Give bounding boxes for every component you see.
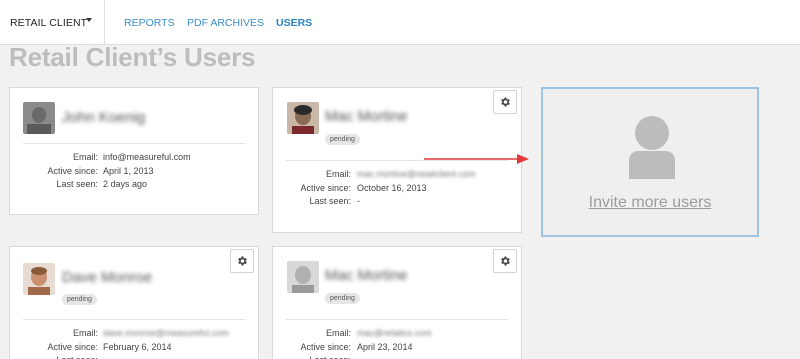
settings-button[interactable]: [493, 249, 517, 273]
user-name: Mac Mortine: [325, 267, 408, 284]
invite-link[interactable]: Invite more users: [543, 194, 757, 212]
active-since-label: Active since:: [300, 342, 351, 352]
active-since-value: October 16, 2013: [357, 183, 427, 193]
gear-icon: [501, 256, 510, 266]
card-divider: [286, 319, 508, 320]
gear-icon: [501, 97, 510, 107]
caret-down-icon: [86, 18, 92, 22]
last-seen-label: Last seen:: [309, 355, 351, 359]
email-value: mac.mortine@retailclient.com: [357, 169, 476, 179]
user-avatar: [287, 102, 319, 134]
card-divider: [23, 143, 245, 144]
email-value: dave.monroe@measureful.com: [103, 328, 229, 338]
card-divider: [23, 319, 245, 320]
user-name: Dave Monroe: [62, 269, 153, 286]
active-since-label: Active since:: [47, 342, 98, 352]
page-title: Retail Client’s Users: [9, 42, 256, 72]
user-avatar: [23, 263, 55, 295]
settings-button[interactable]: [493, 90, 517, 114]
user-card: Mac Mortine pending Email: mac@retailco.…: [272, 246, 522, 359]
client-selector[interactable]: RETAIL CLIENT: [0, 0, 105, 45]
email-label: Email:: [325, 328, 351, 338]
last-seen-label: Last seen:: [309, 196, 351, 206]
email-value: info@measureful.com: [103, 152, 191, 162]
nav-users[interactable]: USERS: [276, 17, 312, 29]
user-silhouette-icon: [629, 116, 675, 179]
active-since-label: Active since:: [47, 166, 98, 176]
settings-button[interactable]: [230, 249, 254, 273]
nav-pdf-archives[interactable]: PDF ARCHIVES: [187, 17, 264, 29]
active-since-value: February 6, 2014: [103, 342, 172, 352]
user-name: John Koenig: [62, 109, 146, 126]
email-label: Email:: [325, 169, 351, 179]
top-nav-bar: RETAIL CLIENT REPORTS PDF ARCHIVES USERS: [0, 0, 800, 45]
nav-reports[interactable]: REPORTS: [124, 17, 175, 29]
arrow-annotation: [424, 154, 529, 164]
user-card: Dave Monroe pending Email: dave.monroe@m…: [9, 246, 259, 359]
active-since-value: April 1, 2013: [103, 166, 154, 176]
last-seen-label: Last seen:: [56, 355, 98, 359]
last-seen-label: Last seen:: [56, 179, 98, 189]
user-avatar: [23, 102, 55, 134]
last-seen-value: 2 days ago: [103, 179, 148, 189]
client-name: RETAIL CLIENT: [10, 17, 88, 29]
email-label: Email:: [72, 328, 98, 338]
status-badge: pending: [62, 294, 97, 305]
email-value: mac@retailco.com: [357, 328, 432, 338]
user-name: Mac Mortine: [325, 108, 408, 125]
last-seen-value: -: [357, 196, 360, 206]
gear-icon: [238, 256, 247, 266]
user-card: John Koenig Email: info@measureful.com A…: [9, 87, 259, 215]
active-since-label: Active since:: [300, 183, 351, 193]
user-avatar: [287, 261, 319, 293]
status-badge: pending: [325, 293, 360, 304]
invite-users-box[interactable]: Invite more users: [541, 87, 759, 237]
status-badge: pending: [325, 134, 360, 145]
active-since-value: April 23, 2014: [357, 342, 413, 352]
email-label: Email:: [72, 152, 98, 162]
